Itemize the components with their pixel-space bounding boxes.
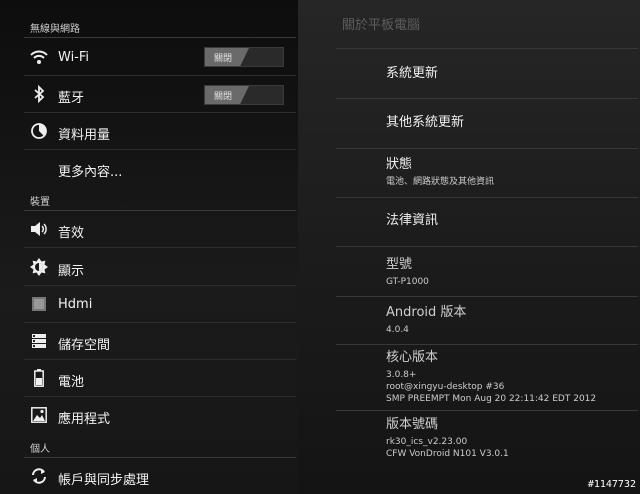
kernel-version-item: 核心版本 3.0.8+ root@xingyu-desktop #36 SMP …	[386, 350, 636, 405]
divider	[336, 48, 638, 49]
item-title: 系統更新	[386, 66, 439, 81]
sidebar-item-label: Hdmi	[58, 297, 93, 312]
sidebar-item-sound[interactable]: 音效	[24, 211, 296, 247]
item-title: 其他系統更新	[386, 115, 465, 130]
divider	[336, 410, 638, 411]
model-number-item: 型號 GT-P1000	[386, 257, 636, 288]
android-version-item[interactable]: Android 版本 4.0.4	[386, 305, 636, 336]
settings-sidebar: 無線與網路 Wi-Fi 關閉 藍牙 關閉 資料用量 更多內容... 裝置 音效 …	[0, 0, 298, 494]
sidebar-item-data-usage[interactable]: 資料用量	[24, 113, 296, 149]
legal-info-item[interactable]: 法律資訊	[386, 213, 636, 229]
sidebar-item-more[interactable]: 更多內容...	[24, 150, 296, 186]
sidebar-item-label: 應用程式	[58, 412, 111, 427]
storage-icon	[30, 332, 48, 350]
sidebar-item-wifi[interactable]: Wi-Fi 關閉	[24, 38, 296, 75]
item-title: 法律資訊	[386, 213, 439, 228]
sidebar-item-label: 藍牙	[58, 91, 85, 106]
apps-icon	[30, 406, 48, 424]
sidebar-item-display[interactable]: 顯示	[24, 248, 296, 285]
item-summary-line-2: root@xingyu-desktop #36	[386, 382, 505, 392]
divider	[336, 148, 638, 149]
sidebar-item-bluetooth[interactable]: 藍牙 關閉	[24, 76, 296, 112]
wifi-toggle[interactable]: 關閉	[204, 47, 284, 67]
build-number-item[interactable]: 版本號碼 rk30_ics_v2.23.00 CFW VonDroid N101…	[386, 417, 636, 460]
about-tablet-pane: 關於平板電腦 系統更新 其他系統更新 狀態 電池、網路狀態及其他資訊 法律資訊 …	[298, 0, 640, 494]
divider	[336, 296, 638, 297]
sidebar-item-label: 資料用量	[58, 128, 111, 143]
item-summary: 4.0.4	[386, 325, 409, 335]
divider	[336, 344, 638, 345]
item-summary: GT-P1000	[386, 277, 429, 287]
toggle-label: 關閉	[214, 54, 233, 64]
divider	[336, 197, 638, 198]
hdmi-icon	[30, 295, 48, 313]
toggle-label: 關閉	[214, 92, 233, 102]
item-title: 核心版本	[386, 350, 439, 365]
sidebar-item-accounts-sync[interactable]: 帳戶與同步處理	[24, 458, 296, 494]
item-title: Android 版本	[386, 305, 467, 320]
section-header-device: 裝置	[30, 197, 50, 208]
item-summary: rk30_ics_v2.23.00	[386, 437, 468, 447]
page-title: 關於平板電腦	[342, 18, 421, 33]
watermark: #1147732	[587, 479, 636, 490]
sync-icon	[30, 467, 48, 485]
item-summary-line-3: SMP PREEMPT Mon Aug 20 22:11:42 EDT 2012	[386, 394, 597, 404]
sidebar-item-storage[interactable]: 儲存空間	[24, 323, 296, 359]
brightness-icon	[30, 258, 48, 276]
sidebar-item-label: Wi-Fi	[58, 50, 90, 65]
sidebar-item-label: 更多內容...	[58, 165, 123, 180]
sidebar-item-label: 音效	[58, 226, 85, 241]
status-item[interactable]: 狀態 電池、網路狀態及其他資訊	[386, 157, 636, 188]
item-title: 型號	[386, 257, 413, 272]
item-summary-line-2: CFW VonDroid N101 V3.0.1	[386, 449, 509, 459]
item-title: 版本號碼	[386, 417, 439, 432]
bluetooth-icon	[30, 85, 48, 103]
other-system-update-item[interactable]: 其他系統更新	[386, 115, 636, 131]
sidebar-item-label: 儲存空間	[58, 338, 111, 353]
sidebar-item-hdmi[interactable]: Hdmi	[24, 286, 296, 322]
item-summary: 3.0.8+	[386, 370, 417, 380]
system-update-item[interactable]: 系統更新	[386, 66, 636, 82]
sidebar-item-label: 帳戶與同步處理	[58, 473, 150, 488]
sidebar-item-battery[interactable]: 電池	[24, 360, 296, 396]
sidebar-item-label: 電池	[58, 375, 85, 390]
sidebar-item-label: 顯示	[58, 264, 85, 279]
battery-icon	[30, 369, 48, 387]
section-header-personal: 個人	[30, 444, 50, 455]
speaker-icon	[30, 220, 48, 238]
sidebar-item-apps[interactable]: 應用程式	[24, 397, 296, 433]
item-title: 狀態	[386, 157, 413, 172]
item-summary: 電池、網路狀態及其他資訊	[386, 177, 495, 187]
data-usage-icon	[30, 122, 48, 140]
wifi-icon	[30, 48, 48, 66]
divider	[336, 246, 638, 247]
bluetooth-toggle[interactable]: 關閉	[204, 85, 284, 105]
divider	[336, 98, 638, 99]
section-header-wireless: 無線與網路	[30, 24, 80, 35]
